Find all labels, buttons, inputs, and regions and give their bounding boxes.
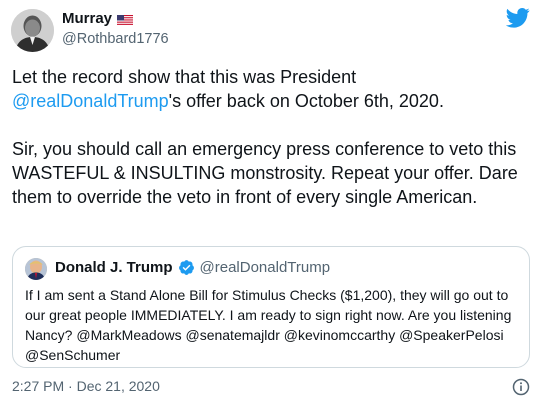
quoted-tweet[interactable]: Donald J. Trump @realDonaldTrump If I am… bbox=[12, 246, 530, 368]
info-icon[interactable] bbox=[512, 378, 530, 396]
author-avatar[interactable] bbox=[11, 9, 54, 52]
tweet-paragraph-2: Sir, you should call an emergency press … bbox=[12, 139, 518, 207]
quoted-display-name: Donald J. Trump bbox=[55, 259, 173, 276]
tweet-timestamp[interactable]: 2:27 PM · Dec 21, 2020 bbox=[12, 378, 160, 394]
tweet-paragraph-1: Let the record show that this was Presid… bbox=[12, 65, 532, 113]
tweet-card: Murray @Rothbard1776 Let the record show… bbox=[0, 0, 544, 411]
tweet-text-pre: Let the record show that this was Presid… bbox=[12, 67, 357, 87]
author-name-row: Murray bbox=[62, 10, 134, 27]
mention-link[interactable]: @realDonaldTrump bbox=[12, 91, 169, 111]
us-flag-icon bbox=[117, 13, 134, 26]
quoted-handle: @realDonaldTrump bbox=[199, 259, 331, 276]
quoted-author-avatar bbox=[25, 258, 47, 280]
tweet-body: Let the record show that this was Presid… bbox=[12, 65, 532, 209]
quoted-text: If I am sent a Stand Alone Bill for Stim… bbox=[25, 287, 512, 363]
tweet-text-post: 's offer back on October 6th, 2020. bbox=[168, 91, 444, 111]
author-display-name[interactable]: Murray bbox=[62, 10, 112, 27]
twitter-bird-icon[interactable] bbox=[505, 8, 530, 28]
quoted-header: Donald J. Trump @realDonaldTrump bbox=[55, 259, 330, 276]
author-handle[interactable]: @Rothbard1776 bbox=[62, 31, 169, 47]
verified-badge-icon bbox=[178, 259, 195, 276]
